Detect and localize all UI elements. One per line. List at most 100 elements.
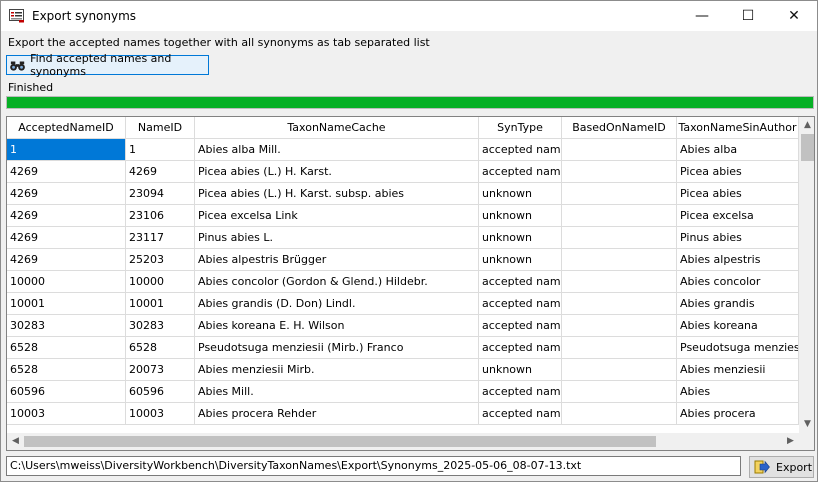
table-cell[interactable] xyxy=(562,139,677,161)
table-cell[interactable]: Pinus abies xyxy=(677,227,799,249)
column-header[interactable]: NameID xyxy=(126,117,195,139)
table-cell[interactable]: unknown xyxy=(479,183,562,205)
table-cell[interactable] xyxy=(562,403,677,425)
horizontal-scroll-thumb[interactable] xyxy=(24,436,656,447)
synonyms-grid[interactable]: AcceptedNameID NameID TaxonNameCache Syn… xyxy=(6,116,815,451)
table-row[interactable]: 4269 23094 Picea abies (L.) H. Karst. subs… xyxy=(7,183,799,205)
table-cell[interactable]: Abies alpestris xyxy=(677,249,799,271)
table-cell[interactable]: unknown xyxy=(479,227,562,249)
table-cell[interactable]: Picea abies (L.) H. Karst. xyxy=(195,161,479,183)
table-row[interactable]: 6528 20073 Abies menziesii Mirb. unknown Abi… xyxy=(7,359,799,381)
table-cell[interactable]: 10000 xyxy=(7,271,126,293)
table-cell[interactable]: 20073 xyxy=(126,359,195,381)
table-cell[interactable]: Abies procera Rehder xyxy=(195,403,479,425)
table-cell[interactable] xyxy=(562,161,677,183)
table-cell[interactable]: Picea excelsa xyxy=(677,205,799,227)
table-cell[interactable]: accepted name xyxy=(479,381,562,403)
table-cell[interactable]: unknown xyxy=(479,359,562,381)
scroll-down-icon[interactable]: ▼ xyxy=(799,416,814,433)
table-cell[interactable] xyxy=(562,227,677,249)
table-row[interactable]: 1 1 Abies alba Mill. accepted name Abies alb… xyxy=(7,139,799,161)
table-cell[interactable]: 10001 xyxy=(7,293,126,315)
table-cell[interactable]: 60596 xyxy=(126,381,195,403)
table-cell[interactable]: 23094 xyxy=(126,183,195,205)
table-cell[interactable]: 4269 xyxy=(126,161,195,183)
table-cell[interactable] xyxy=(562,381,677,403)
table-cell[interactable]: Picea abies xyxy=(677,161,799,183)
table-cell[interactable] xyxy=(562,359,677,381)
table-cell[interactable]: accepted name xyxy=(479,315,562,337)
table-row[interactable]: 10003 10003 Abies procera Rehder accepted n… xyxy=(7,403,799,425)
table-row[interactable]: 60596 60596 Abies Mill. accepted name Abies xyxy=(7,381,799,403)
scroll-right-icon[interactable]: ▶ xyxy=(782,433,799,450)
table-cell[interactable]: accepted name xyxy=(479,403,562,425)
table-cell[interactable]: Abies concolor (Gordon & Glend.) Hildebr… xyxy=(195,271,479,293)
table-row[interactable]: 10000 10000 Abies concolor (Gordon & Glend… xyxy=(7,271,799,293)
column-header[interactable]: BasedOnNameID xyxy=(562,117,677,139)
table-cell[interactable]: 6528 xyxy=(7,359,126,381)
table-cell[interactable]: Abies alba Mill. xyxy=(195,139,479,161)
table-cell[interactable]: accepted name xyxy=(479,337,562,359)
table-cell[interactable]: accepted name xyxy=(479,271,562,293)
minimize-button[interactable]: — xyxy=(679,1,725,31)
table-cell[interactable]: accepted name xyxy=(479,161,562,183)
table-cell[interactable]: 10003 xyxy=(126,403,195,425)
table-row[interactable]: 4269 23106 Picea excelsa Link unknown Picea … xyxy=(7,205,799,227)
table-cell[interactable]: unknown xyxy=(479,205,562,227)
table-cell[interactable]: 4269 xyxy=(7,183,126,205)
table-cell[interactable] xyxy=(562,293,677,315)
table-cell[interactable]: 60596 xyxy=(7,381,126,403)
table-cell[interactable]: Abies menziesii xyxy=(677,359,799,381)
table-cell[interactable]: Picea abies (L.) H. Karst. subsp. abies xyxy=(195,183,479,205)
table-cell[interactable]: Abies grandis xyxy=(677,293,799,315)
table-cell[interactable] xyxy=(562,337,677,359)
find-names-button[interactable]: Find accepted names and synonyms xyxy=(6,52,209,78)
table-cell[interactable]: 30283 xyxy=(126,315,195,337)
table-cell[interactable]: 1 xyxy=(126,139,195,161)
table-cell[interactable]: Abies procera xyxy=(677,403,799,425)
table-row[interactable]: 4269 4269 Picea abies (L.) H. Karst. accept… xyxy=(7,161,799,183)
table-row[interactable]: 4269 23117 Pinus abies L. unknown Pinus abie… xyxy=(7,227,799,249)
table-cell[interactable]: Abies Mill. xyxy=(195,381,479,403)
close-button[interactable]: ✕ xyxy=(771,1,817,31)
table-cell[interactable] xyxy=(562,271,677,293)
table-cell[interactable]: Picea excelsa Link xyxy=(195,205,479,227)
table-cell[interactable]: Abies koreana E. H. Wilson xyxy=(195,315,479,337)
table-cell[interactable]: Abies concolor xyxy=(677,271,799,293)
table-cell[interactable]: 4269 xyxy=(7,205,126,227)
table-cell[interactable]: Abies menziesii Mirb. xyxy=(195,359,479,381)
table-cell[interactable]: 4269 xyxy=(7,227,126,249)
table-cell[interactable]: 23117 xyxy=(126,227,195,249)
column-header[interactable]: SynType xyxy=(479,117,562,139)
table-cell[interactable]: Abies alpestris Brügger xyxy=(195,249,479,271)
table-cell[interactable]: Abies koreana xyxy=(677,315,799,337)
table-cell[interactable] xyxy=(562,183,677,205)
export-path-field[interactable]: C:\Users\mweiss\DiversityWorkbench\Diver… xyxy=(6,456,741,476)
table-cell[interactable]: Abies alba xyxy=(677,139,799,161)
table-cell[interactable]: Abies xyxy=(677,381,799,403)
table-cell[interactable]: Pinus abies L. xyxy=(195,227,479,249)
table-row[interactable]: 4269 25203 Abies alpestris Brügger unknown A… xyxy=(7,249,799,271)
table-cell[interactable]: 10003 xyxy=(7,403,126,425)
column-header[interactable]: TaxonNameCache xyxy=(195,117,479,139)
scroll-left-icon[interactable]: ◀ xyxy=(7,433,24,450)
maximize-button[interactable]: ☐ xyxy=(725,1,771,31)
table-cell[interactable]: 30283 xyxy=(7,315,126,337)
column-header[interactable]: TaxonNameSinAuthor xyxy=(677,117,799,139)
table-row[interactable]: 30283 30283 Abies koreana E. H. Wilson acce… xyxy=(7,315,799,337)
table-cell[interactable] xyxy=(562,315,677,337)
table-cell[interactable]: Picea abies xyxy=(677,183,799,205)
table-cell[interactable] xyxy=(562,205,677,227)
table-cell[interactable]: 10001 xyxy=(126,293,195,315)
table-cell[interactable]: accepted name xyxy=(479,293,562,315)
table-cell[interactable]: Abies grandis (D. Don) Lindl. xyxy=(195,293,479,315)
table-cell[interactable]: 4269 xyxy=(7,249,126,271)
table-cell[interactable]: accepted name xyxy=(479,139,562,161)
vertical-scroll-thumb[interactable] xyxy=(801,134,814,161)
table-row[interactable]: 6528 6528 Pseudotsuga menziesii (Mirb.) Fr… xyxy=(7,337,799,359)
export-button[interactable]: Export xyxy=(749,456,814,478)
table-cell[interactable]: unknown xyxy=(479,249,562,271)
table-cell[interactable]: Pseudotsuga menziesii (Mirb.) Franco xyxy=(195,337,479,359)
table-cell[interactable]: Pseudotsuga menziesii xyxy=(677,337,799,359)
table-cell[interactable]: 25203 xyxy=(126,249,195,271)
